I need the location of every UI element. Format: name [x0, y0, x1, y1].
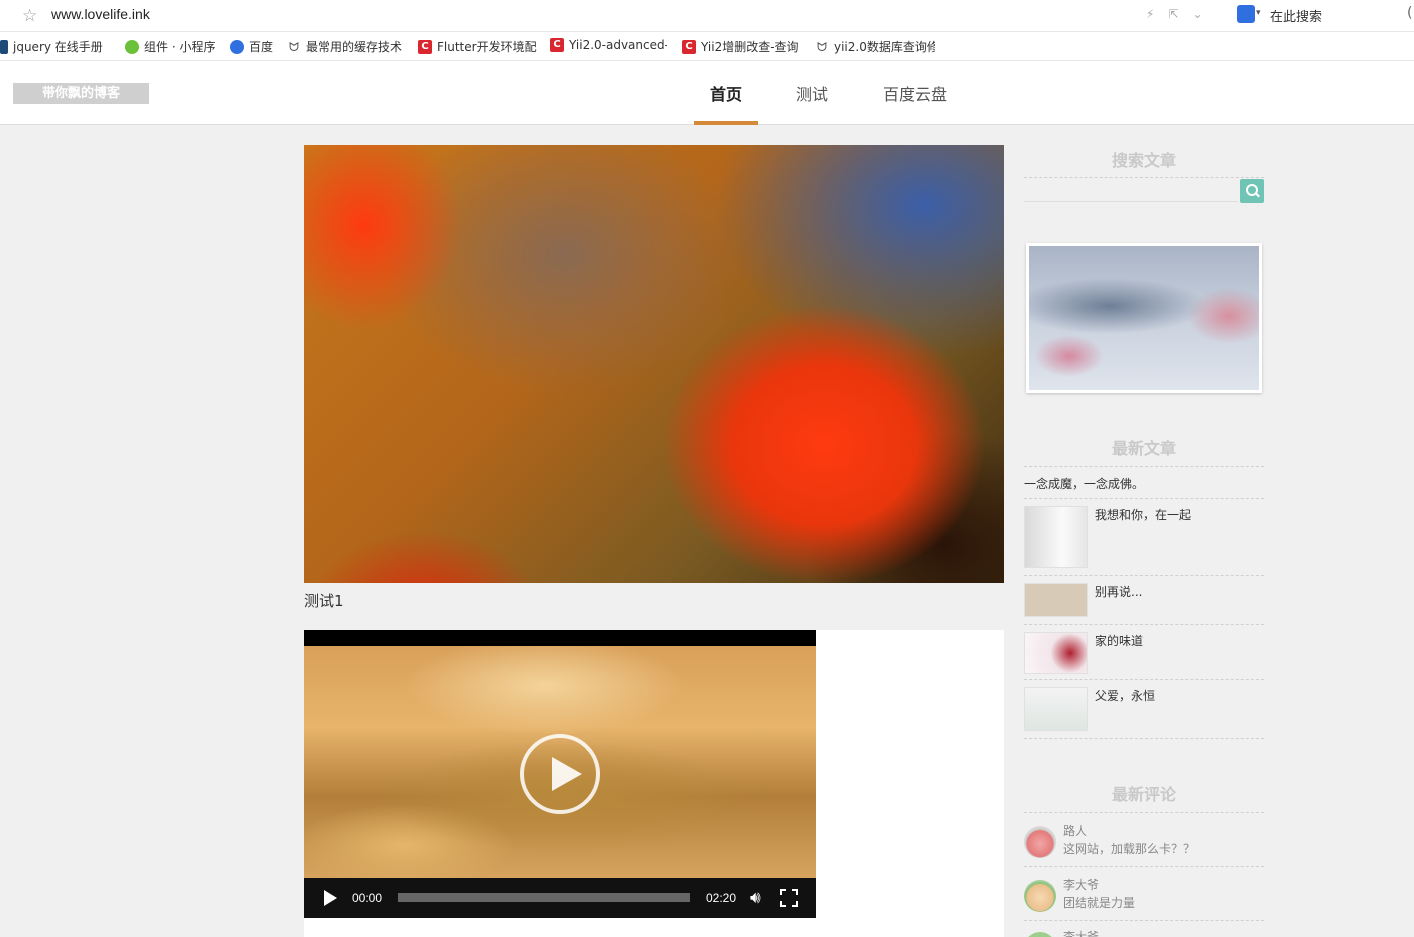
site-logo[interactable]: 带你飘的博客	[13, 83, 149, 104]
search-icon[interactable]	[1240, 179, 1264, 203]
sidebar-banner-image[interactable]	[1026, 243, 1262, 393]
current-time: 00:00	[352, 891, 383, 905]
baidu-paw-icon	[230, 39, 244, 54]
v-logo-icon: ᗢ	[289, 39, 299, 54]
latest-articles-title: 最新文章	[1111, 439, 1176, 458]
comment-text: 团结就是力量	[1063, 896, 1136, 910]
volume-icon[interactable]: 🔊︎	[750, 888, 761, 908]
article-link[interactable]: 我想和你，在一起	[1095, 506, 1191, 523]
csdn-icon: C	[550, 38, 564, 52]
avatar[interactable]	[1024, 880, 1056, 912]
url-field[interactable]: www.lovelife.ink	[51, 6, 150, 22]
comment-item: 李大爷 团结就是力量	[1024, 876, 1264, 916]
video-controls: 00:00 02:20 🔊︎	[304, 878, 816, 918]
nav-active-indicator	[694, 121, 758, 125]
latest-comments-title: 最新评论	[1111, 785, 1176, 804]
bookmark-baidu[interactable]: 百度	[230, 38, 273, 55]
article-thumbnail[interactable]	[1024, 583, 1088, 617]
nav-baidu-cloud[interactable]: 百度云盘	[883, 81, 947, 105]
lightning-icon[interactable]: ⚡	[1146, 7, 1154, 21]
divider	[1024, 812, 1264, 813]
hero-image-maple-leaf[interactable]	[304, 145, 1004, 583]
bookmark-yii-advanced[interactable]: C Yii2.0-advanced-	[550, 38, 667, 52]
article-link[interactable]: 一念成魔，一念成佛。	[1024, 475, 1144, 492]
article-link[interactable]: 家的味道	[1095, 632, 1143, 649]
csdn-icon: C	[418, 39, 432, 54]
divider	[1024, 466, 1264, 467]
divider	[1024, 575, 1264, 576]
v-logo-icon: ᗢ	[817, 39, 827, 54]
jquery-icon	[0, 39, 8, 54]
article-thumbnail[interactable]	[1024, 632, 1088, 674]
bookmark-cache[interactable]: ᗢ 最常用的缓存技术	[287, 38, 405, 55]
divider	[1024, 679, 1264, 680]
share-icon[interactable]: ⇱	[1168, 7, 1178, 21]
search-engine-caret-icon[interactable]: ▾	[1256, 8, 1261, 18]
comment-author[interactable]: 李大爷	[1063, 876, 1099, 893]
search-engine-icon[interactable]	[1237, 5, 1255, 23]
browser-search-input[interactable]: 在此搜索	[1270, 6, 1322, 25]
bookmarks-bar: jquery 在线手册 组件 · 小程序 百度 ᗢ 最常用的缓存技术 C Flu…	[0, 32, 1414, 61]
wechat-icon	[125, 39, 139, 54]
article-link[interactable]: 父爱，永恒	[1095, 687, 1155, 704]
comment-author[interactable]: 李大爷	[1063, 928, 1099, 937]
comment-item: 路人 这网站，加载那么卡？？	[1024, 822, 1264, 862]
play-icon[interactable]	[324, 890, 337, 906]
divider	[1024, 738, 1264, 739]
divider	[1024, 920, 1264, 921]
divider	[1024, 498, 1264, 499]
address-bar-actions: ⚡ ⇱ ⌄	[1146, 7, 1203, 21]
fullscreen-icon[interactable]	[780, 889, 798, 907]
divider	[1024, 624, 1264, 625]
big-play-icon[interactable]	[520, 734, 600, 814]
comment-author[interactable]: 路人	[1063, 822, 1087, 839]
avatar[interactable]	[1024, 932, 1056, 937]
browser-address-bar: ☆ www.lovelife.ink ⚡ ⇱ ⌄ ▾ 在此搜索 (	[0, 0, 1414, 32]
video-player[interactable]: 00:00 02:20 🔊︎	[304, 630, 816, 918]
site-header: 带你飘的博客 首页 测试 百度云盘	[0, 61, 1414, 125]
avatar[interactable]	[1024, 826, 1056, 858]
divider	[1024, 866, 1264, 867]
nav-test[interactable]: 测试	[796, 81, 828, 105]
nav-home[interactable]: 首页	[710, 81, 742, 105]
article-search-input[interactable]	[1024, 201, 1238, 202]
hero-caption[interactable]: 测试1	[304, 590, 344, 611]
article-thumbnail[interactable]	[1024, 687, 1088, 731]
sidebar-banner-picture	[1029, 246, 1259, 390]
bookmark-yii-db[interactable]: ᗢ yii2.0数据库查询修	[815, 38, 935, 55]
bookmark-miniprogram[interactable]: 组件 · 小程序	[125, 38, 215, 55]
divider	[1024, 177, 1264, 178]
chevron-down-icon[interactable]: ⌄	[1193, 7, 1203, 21]
progress-bar[interactable]	[398, 893, 690, 902]
comment-text: 这网站，加载那么卡？？	[1063, 842, 1196, 856]
bookmark-star-icon[interactable]: ☆	[22, 6, 37, 26]
bookmark-yii-crud[interactable]: C Yii2增删改查-查询	[682, 38, 802, 55]
search-section-title: 搜索文章	[1111, 151, 1176, 170]
search-box-edge-icon: (	[1407, 5, 1413, 21]
article-link[interactable]: 别再说...	[1095, 583, 1142, 600]
comment-item: 李大爷	[1024, 928, 1264, 937]
bookmark-jquery[interactable]: jquery 在线手册	[0, 38, 103, 55]
bookmark-flutter[interactable]: C Flutter开发环境配	[418, 38, 538, 55]
csdn-icon: C	[682, 39, 696, 54]
article-thumbnail[interactable]	[1024, 506, 1088, 568]
duration: 02:20	[706, 891, 737, 905]
